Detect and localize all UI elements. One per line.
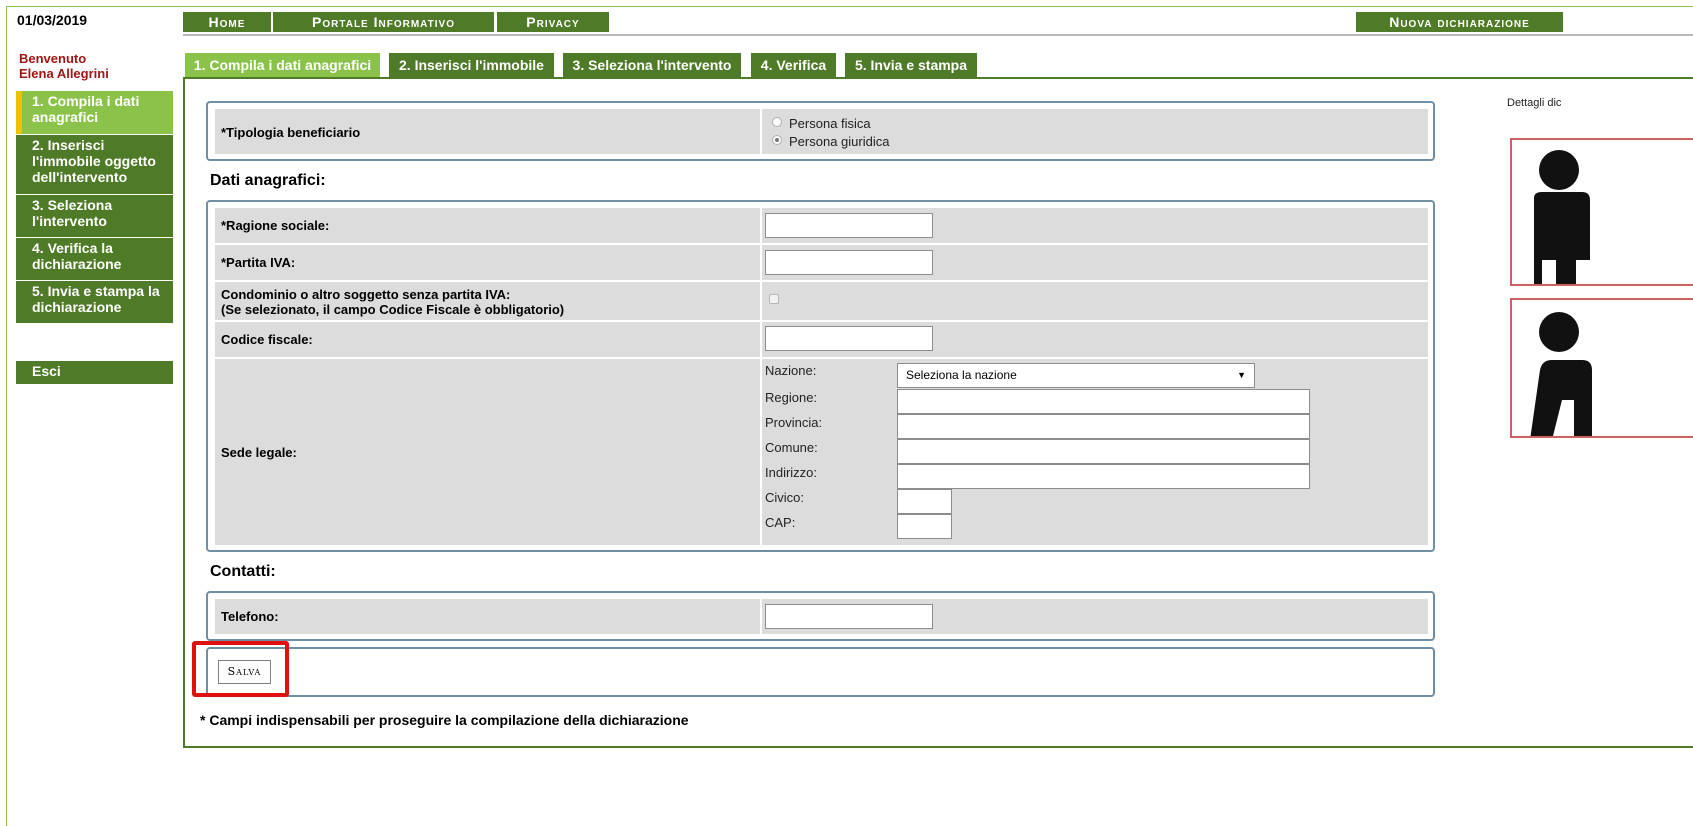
sede-legale-label: Sede legale: [221,445,297,460]
nazione-label: Nazione: [765,363,817,378]
regione-label: Regione: [765,390,818,405]
sidebar-step-1[interactable]: 1. Compila i dati anagrafici [16,91,173,134]
ragione-sociale-input[interactable] [765,213,933,238]
cap-input[interactable] [897,514,952,539]
nav-home[interactable]: Home [183,12,271,32]
tab-compila-dati[interactable]: 1. Compila i dati anagrafici [185,53,380,77]
condominio-label: Condominio o altro soggetto senza partit… [221,287,564,317]
column-divider [760,109,762,154]
persona-giuridica-label: Persona giuridica [789,134,890,149]
condominio-checkbox[interactable] [769,294,779,304]
person-icon [1534,150,1590,284]
required-fields-note: * Campi indispensabili per proseguire la… [200,712,689,728]
column-divider [760,599,762,634]
welcome-text: Benvenuto Elena Allegrini [19,51,109,81]
persona-giuridica-radio[interactable] [772,135,782,145]
partita-iva-label: *Partita IVA: [221,255,296,270]
nazione-select-value: Seleziona la nazione [906,368,1017,382]
tab-verifica[interactable]: 4. Verifica [751,53,836,77]
column-divider [760,322,762,357]
provincia-input[interactable] [897,414,1310,439]
persona-fisica-label: Persona fisica [789,116,871,131]
header-divider [183,34,1693,36]
nav-privacy[interactable]: Privacy [497,12,609,32]
condominio-label-line-2: (Se selezionato, il campo Codice Fiscale… [221,302,565,317]
sidebar-step-2[interactable]: 2. Inserisci l'immobile oggetto dell'int… [16,134,173,194]
regione-input[interactable] [897,389,1310,414]
cap-label: CAP: [765,515,796,530]
condominio-label-line-1: Condominio o altro soggetto senza partit… [221,287,511,302]
provincia-label: Provincia: [765,415,823,430]
persona-fisica-avatar[interactable] [1510,138,1693,286]
column-divider [760,208,762,243]
column-divider [760,359,762,545]
dropdown-arrow-icon: ▼ [1237,370,1246,380]
details-heading: Dettagli dic [1507,97,1562,109]
person-icon [1530,312,1592,436]
persona-fisica-radio[interactable] [772,117,782,127]
codice-fiscale-input[interactable] [765,326,933,351]
column-divider [760,245,762,280]
partita-iva-input[interactable] [765,250,933,275]
telefono-input[interactable] [765,604,933,629]
persona-giuridica-avatar[interactable] [1510,298,1693,438]
civico-label: Civico: [765,490,805,505]
nazione-select[interactable]: Seleziona la nazione ▼ [897,363,1255,388]
telefono-label: Telefono: [221,609,279,624]
indirizzo-label: Indirizzo: [765,465,818,480]
tab-invia-stampa[interactable]: 5. Invia e stampa [845,53,977,77]
column-divider [760,282,762,320]
comune-label: Comune: [765,440,818,455]
welcome-user: Elena Allegrini [19,66,109,81]
sidebar-step-5[interactable]: 5. Invia e stampa la dichiarazione [16,280,173,323]
current-date: 01/03/2019 [17,12,88,28]
welcome-greeting: Benvenuto [19,51,87,66]
tipologia-box: *Tipologia beneficiario [206,101,1435,161]
sidebar-exit[interactable]: Esci [16,360,173,384]
tab-seleziona-intervento[interactable]: 3. Seleziona l'intervento [563,53,741,77]
tipologia-label: *Tipologia beneficiario [221,125,361,140]
nav-portale-informativo[interactable]: Portale Informativo [273,12,494,32]
codice-fiscale-label: Codice fiscale: [221,332,313,347]
sidebar-step-3[interactable]: 3. Seleziona l'intervento [16,194,173,237]
condominio-row: Condominio o altro soggetto senza partit… [215,282,1428,320]
dati-anagrafici-title: Dati anagrafici: [210,172,326,189]
civico-input[interactable] [897,489,952,514]
indirizzo-input[interactable] [897,464,1310,489]
nav-nuova-dichiarazione[interactable]: Nuova dichiarazione [1356,12,1563,32]
save-highlight-annotation [192,641,289,697]
contatti-title: Contatti: [210,563,276,580]
comune-input[interactable] [897,439,1310,464]
ragione-sociale-label: *Ragione sociale: [221,218,330,233]
tab-inserisci-immobile[interactable]: 2. Inserisci l'immobile [389,53,554,77]
sidebar-step-4[interactable]: 4. Verifica la dichiarazione [16,237,173,280]
save-box [206,647,1435,697]
